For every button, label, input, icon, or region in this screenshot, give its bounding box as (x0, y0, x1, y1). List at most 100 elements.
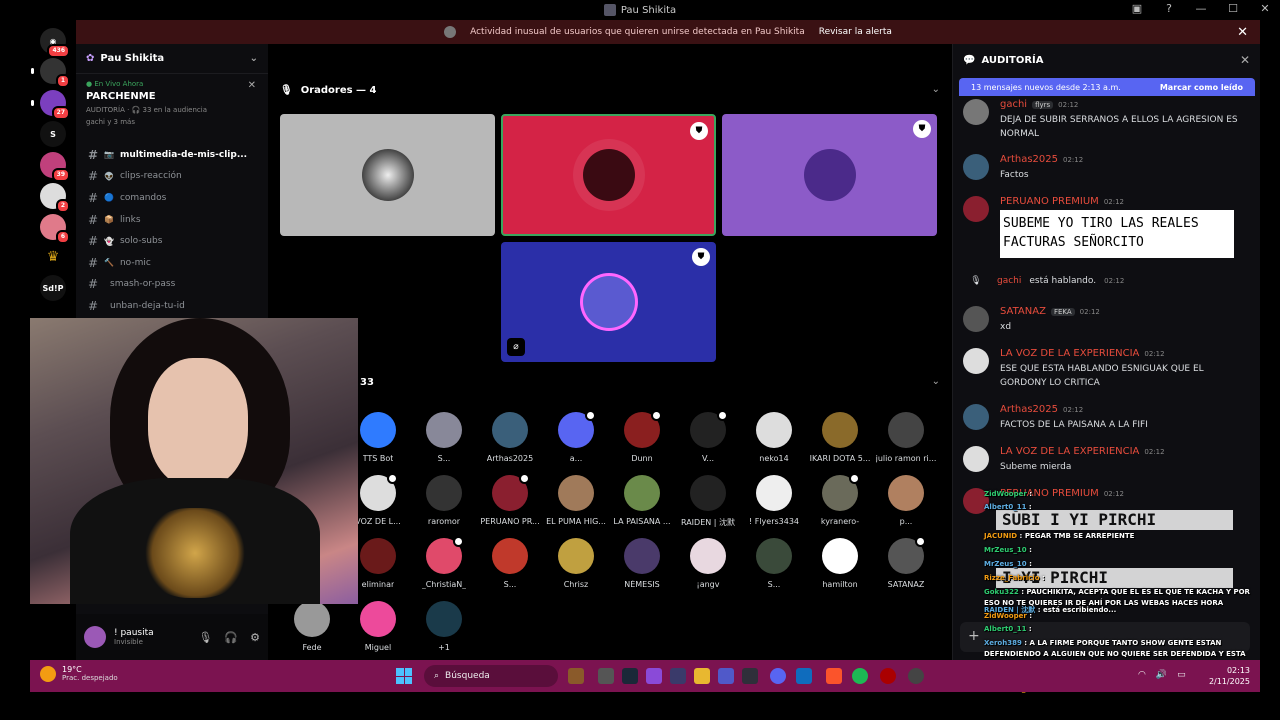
audience-member[interactable]: hamilton (810, 538, 870, 589)
obs-icon[interactable] (908, 668, 924, 684)
server-icon[interactable]: 27 (31, 90, 70, 120)
outlook-icon[interactable] (796, 668, 812, 684)
message-author[interactable]: LA VOZ DE LA EXPERIENCIA (1000, 348, 1139, 359)
avatar[interactable] (963, 154, 989, 180)
avatar[interactable] (963, 99, 989, 125)
channel-item[interactable]: # unban-deja-tu-id (76, 295, 268, 317)
close-window-button[interactable]: ✕ (1258, 2, 1272, 15)
audience-member[interactable]: a... (546, 410, 606, 463)
audience-member[interactable]: RAIDEN | 沈默 (678, 475, 738, 528)
message-author[interactable]: SATANAZ (1000, 306, 1046, 317)
help-icon[interactable]: ? (1162, 2, 1176, 15)
minimize-button[interactable]: — (1194, 2, 1208, 15)
brave-icon[interactable] (826, 668, 842, 684)
channel-item[interactable]: # 🔵 comandos (76, 187, 268, 209)
avatar[interactable] (963, 306, 989, 332)
channel-item[interactable]: # 👻 solo-subs (76, 230, 268, 252)
direct-messages-button[interactable]: ◉ 436 (40, 28, 70, 58)
discord-icon[interactable] (770, 668, 786, 684)
windows-start-icon[interactable] (396, 668, 412, 684)
message-author[interactable]: Arthas2025 (1000, 154, 1058, 165)
audience-member[interactable]: kyranero- (810, 473, 870, 526)
audience-member[interactable]: Arthas2025 (480, 412, 540, 463)
audience-member[interactable]: ¡angv (678, 538, 738, 589)
image-message-card[interactable]: SUBEME YO TIRO LAS REALES FACTURAS SEÑOR… (1000, 210, 1234, 258)
message-author[interactable]: LA VOZ DE LA EXPERIENCIA (1000, 446, 1139, 457)
audience-member[interactable]: EL PUMA HIG... (546, 475, 606, 526)
review-alert-link[interactable]: Revisar la alerta (819, 27, 892, 37)
app-icon[interactable] (670, 668, 686, 684)
channel-item[interactable]: # smash-or-pass (76, 274, 268, 296)
avatar[interactable] (963, 446, 989, 472)
taskbar-search[interactable]: ⌕ Búsqueda (424, 665, 558, 687)
audience-member[interactable]: PERUANO PR... (480, 473, 540, 526)
server-icon[interactable]: 1 (31, 58, 70, 88)
file-explorer-icon[interactable] (694, 668, 710, 684)
channel-item[interactable]: # 📷 multimedia-de-mis-clip... (76, 144, 268, 166)
audience-member[interactable]: raromor (414, 475, 474, 526)
server-icon[interactable]: ♛ (40, 244, 66, 270)
server-icon[interactable]: 39 (40, 152, 70, 182)
gear-icon[interactable]: ⚙ (250, 631, 260, 644)
speaker-tile[interactable]: ⛊ (722, 114, 937, 236)
mark-read-button[interactable]: Marcar como leído (1160, 83, 1243, 92)
server-icon[interactable]: Sd!P (40, 275, 66, 301)
app-icon[interactable] (742, 668, 758, 684)
steam-icon[interactable] (622, 668, 638, 684)
teams-icon[interactable] (718, 668, 734, 684)
speaker-tile[interactable]: ⛊ ⌀ (501, 242, 716, 362)
avatar[interactable] (963, 196, 989, 222)
audience-member[interactable]: p... (876, 475, 936, 526)
taskbar-clock[interactable]: 02:13 2/11/2025 (1209, 665, 1250, 687)
speaker-tile[interactable]: ⛊ (501, 114, 716, 236)
close-icon[interactable]: ✕ (1237, 25, 1248, 40)
audience-member[interactable]: +1 (414, 601, 474, 652)
headphones-icon[interactable]: 🎧 (224, 631, 238, 644)
new-messages-bar[interactable]: 13 mensajes nuevos desde 2:13 a.m. Marca… (959, 78, 1255, 96)
server-icon[interactable]: 6 (40, 214, 70, 244)
audience-member[interactable]: Chrisz (546, 538, 606, 589)
avatar[interactable] (963, 348, 989, 374)
audience-member[interactable]: SATANAZ (876, 536, 936, 589)
microphone-icon[interactable]: 🎙 (198, 631, 212, 644)
audience-member[interactable]: Dunn (612, 410, 672, 463)
server-header[interactable]: ✿ Pau Shikita ⌄ (76, 44, 268, 74)
wifi-icon[interactable]: ◠ (1138, 670, 1146, 680)
chevron-down-icon[interactable]: ⌄ (932, 84, 940, 95)
weather-widget[interactable]: 19°C Prac. despejado (40, 665, 118, 682)
app-icon[interactable] (880, 668, 896, 684)
inbox-icon[interactable]: ▣ (1130, 2, 1144, 15)
avatar[interactable] (84, 626, 106, 648)
channel-item[interactable]: # 🔨 no-mic (76, 252, 268, 274)
audience-member[interactable]: Miguel (348, 601, 408, 652)
plus-icon[interactable]: + (968, 628, 980, 644)
audience-member[interactable]: S... (480, 538, 540, 589)
message-author[interactable]: PERUANO PREMIUM (1000, 196, 1099, 207)
spotify-icon[interactable] (852, 668, 868, 684)
audience-member[interactable]: Fede (282, 601, 342, 652)
volume-icon[interactable]: 🔊 (1156, 670, 1167, 680)
audience-member[interactable]: V... (678, 410, 738, 463)
message-author[interactable]: gachi (1000, 99, 1027, 110)
server-icon[interactable]: 2 (40, 183, 70, 213)
avatar[interactable] (963, 404, 989, 430)
task-view-icon[interactable] (598, 668, 614, 684)
widget-icon[interactable] (568, 668, 584, 684)
message-author[interactable]: Arthas2025 (1000, 404, 1058, 415)
audience-member[interactable]: _ChristiaN_ (414, 536, 474, 589)
speaker-tile[interactable] (280, 114, 495, 236)
close-icon[interactable]: ✕ (1240, 53, 1250, 67)
close-icon[interactable]: ✕ (248, 80, 256, 91)
audience-member[interactable]: IKARI DOTA 5... (810, 412, 870, 463)
audience-member[interactable]: S... (414, 412, 474, 463)
channel-item[interactable]: # 👽 clips-reacción (76, 166, 268, 188)
audience-member[interactable]: S... (744, 538, 804, 589)
server-icon[interactable]: S (40, 121, 66, 147)
channel-item[interactable]: # 📦 links (76, 209, 268, 231)
audience-member[interactable]: julio ramon ri... (876, 412, 936, 463)
live-stage-card[interactable]: ● En Vivo Ahora PARCHENME AUDITORÍA · 🎧 … (76, 74, 268, 132)
audience-member[interactable]: NÉMESIS (612, 538, 672, 589)
audience-member[interactable]: LA PAISANA ... (612, 475, 672, 526)
battery-icon[interactable]: ▭ (1177, 670, 1186, 680)
chevron-down-icon[interactable]: ⌄ (932, 376, 940, 387)
